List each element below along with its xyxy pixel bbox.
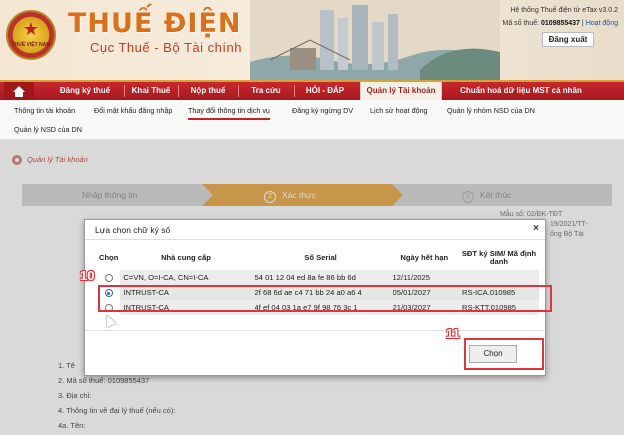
subnav-doi-mat-khau[interactable]: Đổi mật khẩu đăng nhập: [94, 102, 172, 120]
step-number-10: 10: [80, 268, 95, 283]
subnav-dang-ky-ngung-dv[interactable]: Đăng ký ngừng DV: [292, 102, 353, 120]
subnav-quan-ly-nhom-nsd[interactable]: Quản lý nhóm NSD của DN: [447, 102, 535, 120]
subnav-thong-tin-tai-khoan[interactable]: Thông tin tài khoản: [14, 102, 75, 120]
system-info: Hệ thống Thuế điện tử eTax v3.0.2 Mã số …: [502, 4, 618, 30]
col-header-provider: Nhà cung cấp: [161, 253, 211, 262]
nav-item-chuan-hoa-du-lieu[interactable]: Chuẩn hoá dữ liệu MST cá nhân: [446, 82, 596, 100]
col-header-sim-id: SĐT ký SIM/ Mã định danh: [461, 249, 537, 266]
tax-code-value: 0109855437: [541, 20, 580, 27]
subnav-quan-ly-nsd[interactable]: Quản lý NSD của DN: [14, 121, 82, 139]
provider-cell: C=VN, O=I-CA, CN=I-CA: [123, 273, 209, 282]
dialog-title: Lựa chọn chữ ký số: [95, 225, 171, 235]
home-icon: [13, 86, 25, 97]
col-header-serial: Số Serial: [304, 253, 337, 262]
close-icon[interactable]: ×: [533, 223, 539, 234]
separator: |: [581, 20, 584, 27]
nav-item-nop-thue[interactable]: Nộp thuế: [178, 82, 238, 100]
city-skyline-image: [250, 0, 500, 80]
home-button[interactable]: [4, 82, 34, 100]
main-nav: Đăng ký thuế Khai Thuế Nộp thuế Tra cứu …: [0, 80, 624, 100]
nav-item-hoi-dap[interactable]: HỎI - ĐÁP: [294, 82, 356, 100]
step-number-11: 11: [446, 326, 460, 341]
col-header-expiry: Ngày hết hạn: [400, 253, 449, 262]
nav-item-tra-cuu[interactable]: Tra cứu: [238, 82, 294, 100]
subnav-thay-doi-thong-tin-dich-vu[interactable]: Thay đổi thông tin dịch vụ: [188, 102, 270, 120]
expiry-cell: 12/11/2025: [392, 273, 430, 282]
subnav-lich-su-hoat-dong[interactable]: Lịch sử hoạt động: [370, 102, 428, 120]
sub-nav: Thông tin tài khoản Đổi mật khẩu đăng nh…: [0, 100, 624, 140]
highlight-selected-row: [98, 285, 552, 312]
logout-button[interactable]: Đăng xuất: [542, 32, 594, 47]
nav-item-quan-ly-tai-khoan[interactable]: Quản lý Tài khoản: [360, 82, 442, 100]
tax-emblem-logo: ★ THUẾ VIỆT NAM: [6, 10, 56, 60]
tax-code-label: Mã số thuế:: [502, 20, 540, 27]
nav-item-dang-ky-thue[interactable]: Đăng ký thuế: [46, 82, 124, 100]
table-row[interactable]: C=VN, O=I-CA, CN=I-CA 54 01 12 04 ed 8a …: [97, 270, 539, 285]
system-name: Hệ thống Thuế điện tử eTax v3.0.2: [510, 7, 618, 14]
row-1-radio[interactable]: [104, 274, 113, 282]
nav-item-khai-thue[interactable]: Khai Thuế: [124, 82, 178, 100]
highlight-select-button: [464, 338, 544, 370]
site-header: ★ THUẾ VIỆT NAM THUẾ ĐIỆN TỬ Cục Thuế - …: [0, 0, 624, 80]
activity-link[interactable]: Hoạt động: [586, 20, 618, 27]
col-header-select: Chọn: [99, 253, 119, 262]
brand-subtitle: Cục Thuế - Bộ Tài chính: [90, 40, 242, 55]
serial-cell: 54 01 12 04 ed 8a fe 86 bb 6d: [254, 273, 356, 282]
